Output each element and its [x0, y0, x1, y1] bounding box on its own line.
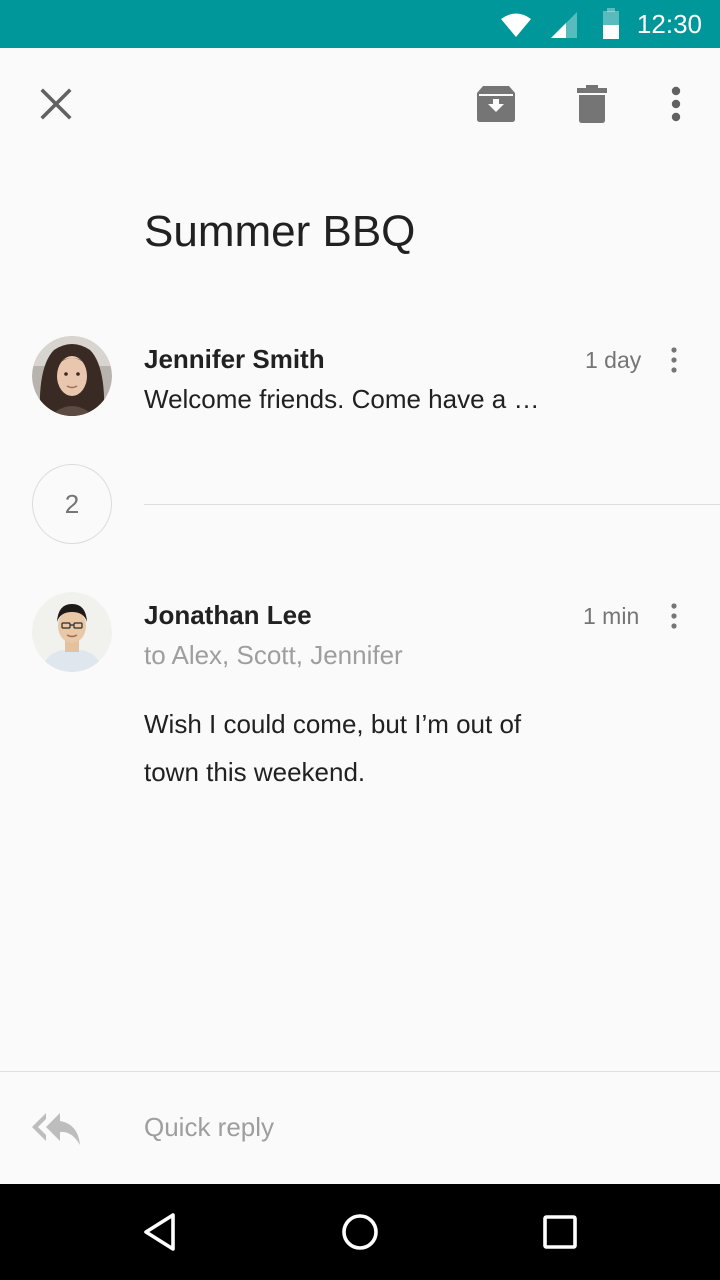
message-recipients: to Alex, Scott, Jennifer	[144, 640, 403, 670]
battery-icon	[603, 8, 619, 39]
message-body: Wish I could come, but I’m out of town t…	[144, 700, 604, 796]
close-icon[interactable]	[40, 88, 72, 120]
avatar	[32, 336, 112, 416]
quick-reply-input[interactable]: Quick reply	[144, 1110, 274, 1144]
thread-subject: Summer BBQ	[144, 207, 416, 256]
back-icon[interactable]	[140, 1212, 180, 1252]
quick-reply-bar[interactable]: Quick reply	[0, 1072, 720, 1184]
message-time: 1 day	[585, 347, 642, 373]
delete-icon[interactable]	[577, 85, 607, 123]
archive-icon[interactable]	[477, 86, 515, 122]
app-bar	[0, 48, 720, 160]
sender-name: Jonathan Lee	[144, 600, 312, 630]
divider	[144, 504, 720, 505]
navigation-bar	[0, 1184, 720, 1280]
recents-icon[interactable]	[540, 1212, 580, 1252]
sender-name: Jennifer Smith	[144, 344, 325, 374]
wifi-icon	[501, 13, 531, 37]
message-body-line: town this weekend.	[144, 757, 366, 787]
message-more-icon[interactable]	[662, 340, 686, 380]
status-time: 12:30	[636, 9, 702, 39]
avatar	[32, 592, 112, 672]
collapsed-messages-count[interactable]: 2	[32, 464, 112, 544]
cellular-signal-icon	[551, 12, 577, 38]
status-bar: 12:30	[0, 0, 720, 48]
reply-all-icon[interactable]	[30, 1111, 82, 1147]
home-icon[interactable]	[340, 1212, 380, 1252]
message-body-line: Wish I could come, but I’m out of	[144, 709, 522, 739]
more-vert-icon[interactable]	[670, 86, 682, 122]
message-more-icon[interactable]	[662, 596, 686, 636]
message-time: 1 min	[583, 603, 640, 629]
message-snippet: Welcome friends. Come have a …	[144, 384, 540, 414]
